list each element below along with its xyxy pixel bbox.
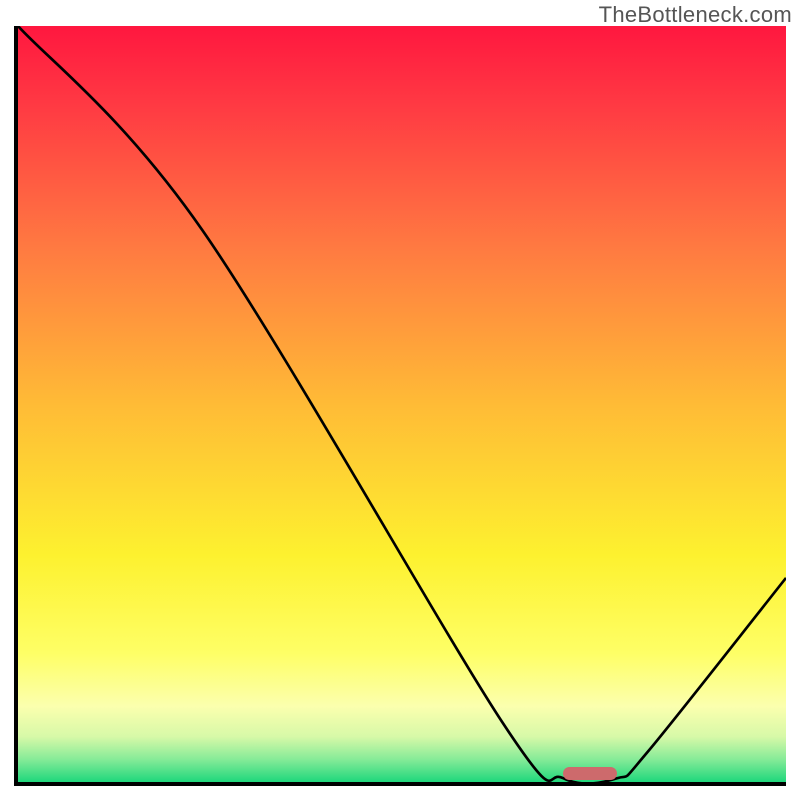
optimum-marker bbox=[563, 767, 617, 780]
plot-area bbox=[14, 26, 786, 786]
bottleneck-curve bbox=[18, 26, 786, 782]
watermark-text: TheBottleneck.com bbox=[599, 2, 792, 28]
chart-container: TheBottleneck.com bbox=[0, 0, 800, 800]
